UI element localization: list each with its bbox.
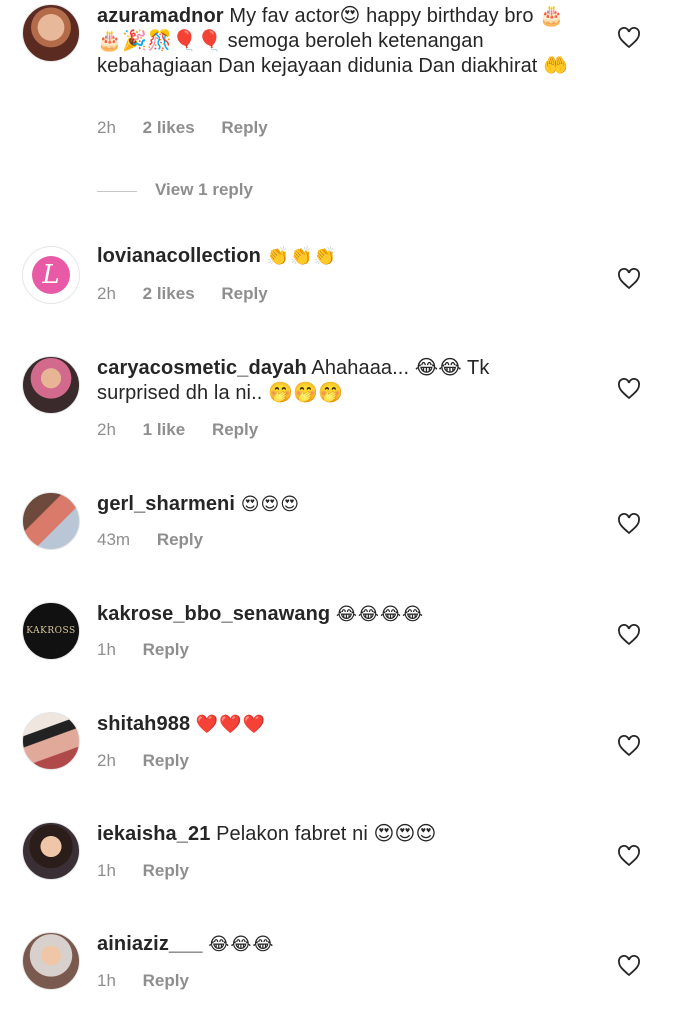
comment-time: 2h: [97, 420, 116, 439]
reply-button[interactable]: Reply: [221, 284, 267, 303]
comment-time: 2h: [97, 118, 116, 137]
comment-time: 43m: [97, 530, 131, 549]
avatar[interactable]: [22, 492, 80, 550]
heart-icon[interactable]: [617, 378, 641, 400]
logo-l-icon: L: [32, 256, 70, 294]
comment-body: ainiaziz___ 😂😂😂: [97, 932, 577, 957]
avatar[interactable]: [22, 712, 80, 770]
comment-username[interactable]: iekaisha_21: [97, 823, 210, 845]
heart-icon[interactable]: [617, 268, 641, 290]
comment-meta: 43m Reply: [97, 530, 225, 550]
heart-icon[interactable]: [617, 735, 641, 757]
comment-body: caryacosmetic_dayah Ahahaaa... 😂😂 Tk sur…: [97, 356, 577, 406]
heart-icon[interactable]: [617, 624, 641, 646]
comment-meta: 2h Reply: [97, 751, 211, 771]
divider-line: [97, 191, 137, 192]
comment-body: gerl_sharmeni 😍😍😍: [97, 492, 577, 517]
reply-button[interactable]: Reply: [143, 751, 189, 770]
comment-body: kakrose_bbo_senawang 😂😂😂😂: [97, 602, 577, 627]
comment-username[interactable]: shitah988: [97, 713, 190, 735]
reply-button[interactable]: Reply: [221, 118, 267, 137]
avatar[interactable]: L: [22, 246, 80, 304]
view-replies-label[interactable]: View 1 reply: [155, 180, 253, 200]
comment-time: 2h: [97, 751, 116, 770]
reply-button[interactable]: Reply: [143, 861, 189, 880]
avatar[interactable]: KAKROSS: [22, 602, 80, 660]
reply-button[interactable]: Reply: [143, 971, 189, 990]
comment-time: 1h: [97, 640, 116, 659]
heart-icon[interactable]: [617, 955, 641, 977]
comment-time: 2h: [97, 284, 116, 303]
comment-text: Pelakon fabret ni 😍😍😍: [216, 823, 437, 845]
avatar[interactable]: [22, 356, 80, 414]
comment-likes[interactable]: 2 likes: [143, 118, 195, 137]
comment-meta: 1h Reply: [97, 640, 211, 660]
avatar[interactable]: [22, 932, 80, 990]
comment-text: 😂😂😂😂: [335, 604, 425, 624]
comment-likes[interactable]: 1 like: [143, 420, 186, 439]
reply-button[interactable]: Reply: [212, 420, 258, 439]
reply-button[interactable]: Reply: [143, 640, 189, 659]
comment-text: ❤️❤️❤️: [195, 714, 267, 734]
comment-username[interactable]: caryacosmetic_dayah: [97, 357, 307, 379]
comment-body: lovianacollection 👏👏👏: [97, 244, 577, 269]
comment-body: iekaisha_21 Pelakon fabret ni 😍😍😍: [97, 822, 577, 847]
comment-meta: 1h Reply: [97, 861, 211, 881]
comment-time: 1h: [97, 971, 116, 990]
comment-body: shitah988 ❤️❤️❤️: [97, 712, 577, 737]
comment-text: 😍😍😍: [240, 494, 300, 514]
comment-text: 😂😂😂: [208, 934, 275, 954]
comment-meta: 2h 2 likes Reply: [97, 284, 290, 304]
avatar[interactable]: [22, 4, 80, 62]
avatar[interactable]: [22, 822, 80, 880]
comment-username[interactable]: lovianacollection: [97, 245, 261, 267]
comment-username[interactable]: gerl_sharmeni: [97, 493, 235, 515]
heart-icon[interactable]: [617, 27, 641, 49]
comment-username[interactable]: ainiaziz___: [97, 933, 203, 955]
comment-username[interactable]: azuramadnor: [97, 5, 224, 27]
comment-meta: 2h 2 likes Reply: [97, 118, 290, 138]
comment-meta: 2h 1 like Reply: [97, 420, 280, 440]
heart-icon[interactable]: [617, 513, 641, 535]
comment-likes[interactable]: 2 likes: [143, 284, 195, 303]
kakross-logo: KAKROSS: [26, 626, 76, 636]
comment-time: 1h: [97, 861, 116, 880]
comment-meta: 1h Reply: [97, 971, 211, 991]
comment-username[interactable]: kakrose_bbo_senawang: [97, 603, 330, 625]
comment-body: azuramadnor My fav actor😍 happy birthday…: [97, 4, 577, 79]
reply-button[interactable]: Reply: [157, 530, 203, 549]
heart-icon[interactable]: [617, 845, 641, 867]
comment-text: 👏👏👏: [266, 246, 337, 266]
